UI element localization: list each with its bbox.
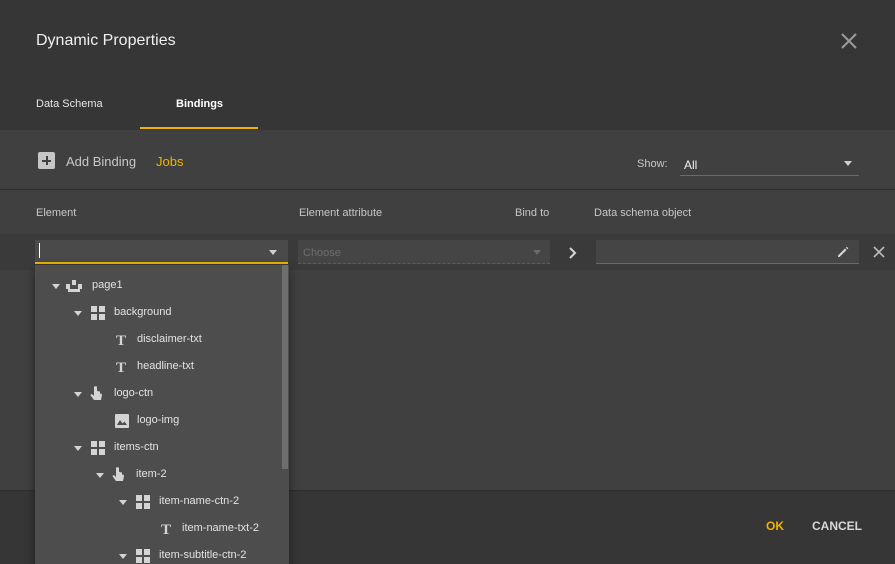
tree-item-logo-ctn[interactable]: logo-ctn (74, 384, 274, 404)
svg-text:T: T (116, 333, 126, 348)
text-icon: T (116, 360, 126, 375)
delete-row-icon[interactable] (872, 245, 886, 259)
tree-item-label: item-subtitle-ctn-2 (159, 549, 247, 561)
svg-text:T: T (161, 522, 171, 537)
text-cursor (39, 243, 40, 258)
tree-item-label: logo-img (137, 414, 180, 426)
tree-item-label: items-ctn (114, 441, 159, 453)
expand-caret-icon[interactable] (119, 554, 127, 559)
tree-item-label: headline-txt (137, 360, 194, 372)
expand-caret-icon[interactable] (74, 311, 82, 316)
element-attribute-select[interactable]: Choose (298, 240, 550, 264)
tree-item-headline-txt[interactable]: T headline-txt (114, 357, 274, 377)
show-filter-value: All (684, 158, 698, 172)
tree-item-background[interactable]: background (74, 303, 274, 323)
dialog-title: Dynamic Properties (36, 32, 176, 49)
tree-item-page1[interactable]: page1 (52, 276, 272, 296)
container-grid-icon (136, 495, 150, 509)
tree-item-label: background (114, 306, 172, 318)
chevron-down-icon[interactable] (269, 250, 277, 255)
container-grid-icon (91, 441, 105, 455)
tree-item-disclaimer-txt[interactable]: T disclaimer-txt (114, 330, 274, 350)
column-header-bind-to: Bind to (515, 207, 550, 219)
column-header-schema-object: Data schema object (594, 207, 692, 219)
ok-button[interactable]: OK (766, 519, 784, 533)
container-grid-icon (136, 549, 150, 563)
bindings-toolbar: Add Binding Jobs Show: All (0, 130, 895, 190)
element-tree-dropdown: page1 background T disclaimer-txt T head… (35, 265, 289, 564)
schema-object-input[interactable] (596, 240, 859, 264)
add-binding-button[interactable]: Add Binding (66, 154, 136, 169)
tree-item-item-subtitle-ctn-2[interactable]: item-subtitle-ctn-2 (119, 546, 284, 564)
chevron-right-icon[interactable] (563, 244, 581, 262)
column-header-element: Element (36, 207, 77, 219)
expand-caret-icon[interactable] (96, 473, 104, 478)
expand-caret-icon[interactable] (74, 392, 82, 397)
tree-item-item-name-txt-2[interactable]: T item-name-txt-2 (159, 519, 284, 539)
dialog-header (0, 0, 895, 130)
tree-item-logo-img[interactable]: logo-img (114, 411, 274, 431)
attribute-placeholder: Choose (303, 247, 341, 259)
clickable-container-icon (112, 467, 124, 481)
dropdown-scrollbar[interactable] (282, 265, 288, 469)
tree-item-items-ctn[interactable]: items-ctn (74, 438, 274, 458)
chevron-down-icon (844, 161, 852, 166)
clickable-container-icon (90, 386, 102, 400)
expand-caret-icon[interactable] (74, 446, 82, 451)
expand-caret-icon[interactable] (52, 284, 60, 289)
tree-item-label: page1 (92, 279, 123, 291)
tab-data-schema[interactable]: Data Schema (36, 98, 103, 110)
cancel-button[interactable]: CANCEL (812, 519, 862, 533)
tree-item-item-name-ctn-2[interactable]: item-name-ctn-2 (119, 492, 279, 512)
text-icon: T (116, 333, 126, 348)
chevron-down-icon (533, 250, 541, 255)
tree-item-label: disclaimer-txt (137, 333, 202, 345)
image-icon (115, 414, 129, 428)
jobs-link[interactable]: Jobs (156, 154, 183, 169)
tab-bindings[interactable]: Bindings (176, 98, 223, 110)
tree-item-label: logo-ctn (114, 387, 154, 399)
expand-caret-icon[interactable] (119, 500, 127, 505)
tree-item-item-2[interactable]: item-2 (96, 465, 276, 485)
show-filter-select[interactable]: All (680, 151, 859, 176)
page-icon (66, 280, 82, 292)
svg-text:T: T (116, 360, 126, 375)
tree-item-label: item-2 (136, 468, 167, 480)
tree-item-label: item-name-txt-2 (182, 522, 260, 534)
active-tab-indicator (140, 127, 258, 129)
close-icon[interactable] (838, 30, 860, 52)
text-icon: T (161, 522, 171, 537)
pencil-icon[interactable] (836, 245, 850, 259)
column-header-attribute: Element attribute (299, 207, 383, 219)
element-input[interactable] (35, 240, 288, 264)
show-label: Show: (637, 158, 668, 170)
add-binding-icon[interactable] (38, 152, 55, 169)
container-grid-icon (91, 306, 105, 320)
tree-item-label: item-name-ctn-2 (159, 495, 240, 507)
